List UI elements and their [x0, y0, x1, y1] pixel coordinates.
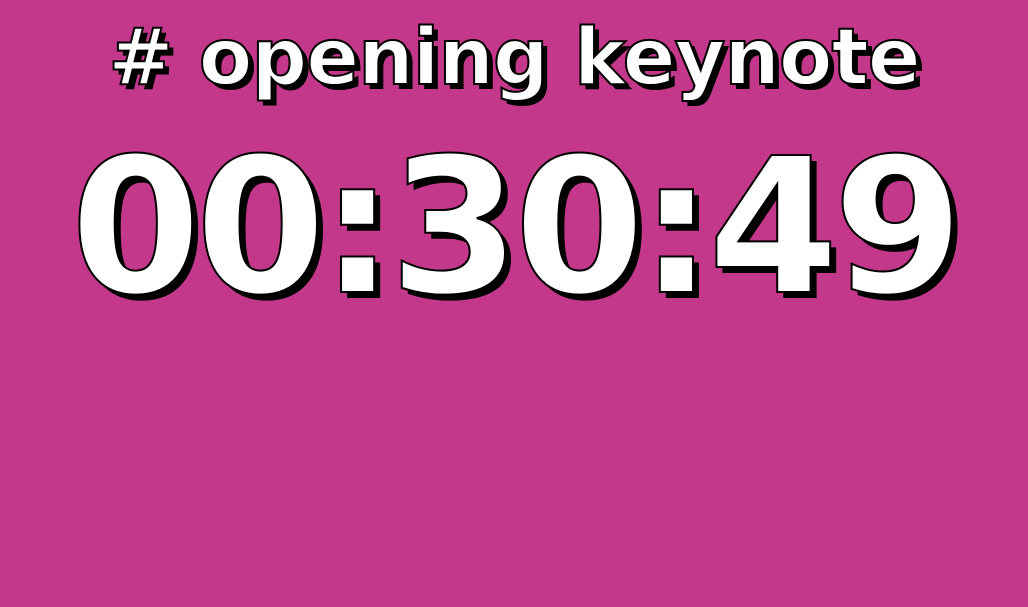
countdown-timer: 00:30:49 [69, 118, 964, 337]
countdown-screen: # opening keynote 00:30:49 [0, 0, 1028, 607]
session-title: # opening keynote [107, 12, 921, 104]
